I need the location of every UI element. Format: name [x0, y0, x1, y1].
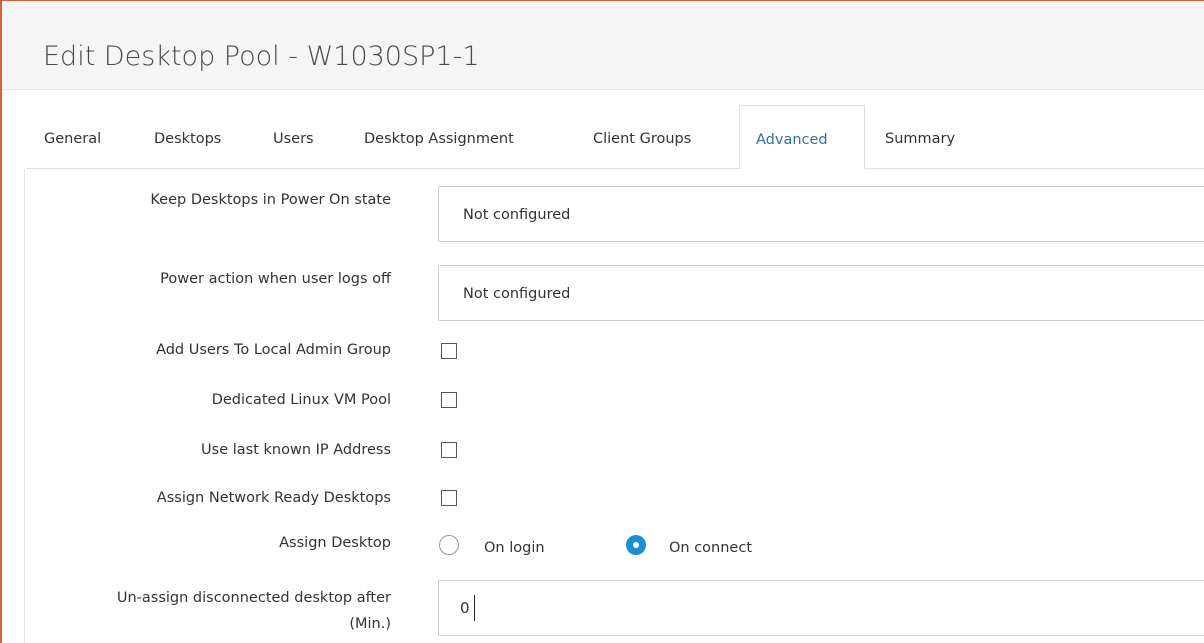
page-title: Edit Desktop Pool - W1030SP1-1: [43, 41, 480, 72]
local-admin-group-checkbox[interactable]: [441, 343, 457, 359]
power-on-state-select[interactable]: Not configured: [438, 186, 1204, 242]
tab-desktop-assignment[interactable]: Desktop Assignment: [364, 105, 514, 169]
power-action-logoff-select[interactable]: Not configured: [438, 265, 1204, 321]
on-connect-label[interactable]: On connect: [669, 540, 752, 556]
text-caret: [474, 595, 475, 621]
local-admin-group-label: Add Users To Local Admin Group: [156, 342, 391, 358]
unassign-disconnected-label: Un-assign disconnected desktop after: [116, 590, 391, 606]
tab-general[interactable]: General: [44, 105, 101, 169]
power-on-state-value: Not configured: [463, 207, 571, 223]
assign-desktop-label: Assign Desktop: [279, 535, 391, 551]
last-known-ip-label: Use last known IP Address: [201, 442, 391, 458]
on-login-label[interactable]: On login: [484, 540, 545, 556]
tab-bar: General Desktops Users Desktop Assignmen…: [2, 105, 1204, 169]
tab-summary[interactable]: Summary: [885, 105, 955, 169]
network-ready-label: Assign Network Ready Desktops: [156, 490, 391, 506]
unassign-minutes-input[interactable]: 0: [438, 580, 1204, 636]
title-bar: Edit Desktop Pool - W1030SP1-1: [2, 1, 1204, 90]
power-on-state-label: Keep Desktops in Power On state: [150, 192, 391, 208]
on-connect-radio[interactable]: [626, 535, 646, 555]
power-action-logoff-label: Power action when user logs off: [160, 271, 391, 287]
power-action-logoff-value: Not configured: [463, 286, 571, 302]
linux-vm-pool-checkbox[interactable]: [441, 392, 457, 408]
tab-advanced[interactable]: Advanced: [739, 105, 865, 169]
unassign-disconnected-unit: (Min.): [349, 616, 391, 632]
linux-vm-pool-label: Dedicated Linux VM Pool: [211, 392, 391, 408]
tab-users[interactable]: Users: [273, 105, 314, 169]
network-ready-checkbox[interactable]: [441, 490, 457, 506]
tab-client-groups[interactable]: Client Groups: [593, 105, 691, 169]
on-login-radio[interactable]: [439, 535, 459, 555]
tab-desktops[interactable]: Desktops: [154, 105, 221, 169]
last-known-ip-checkbox[interactable]: [441, 442, 457, 458]
unassign-minutes-value: 0: [460, 599, 470, 617]
